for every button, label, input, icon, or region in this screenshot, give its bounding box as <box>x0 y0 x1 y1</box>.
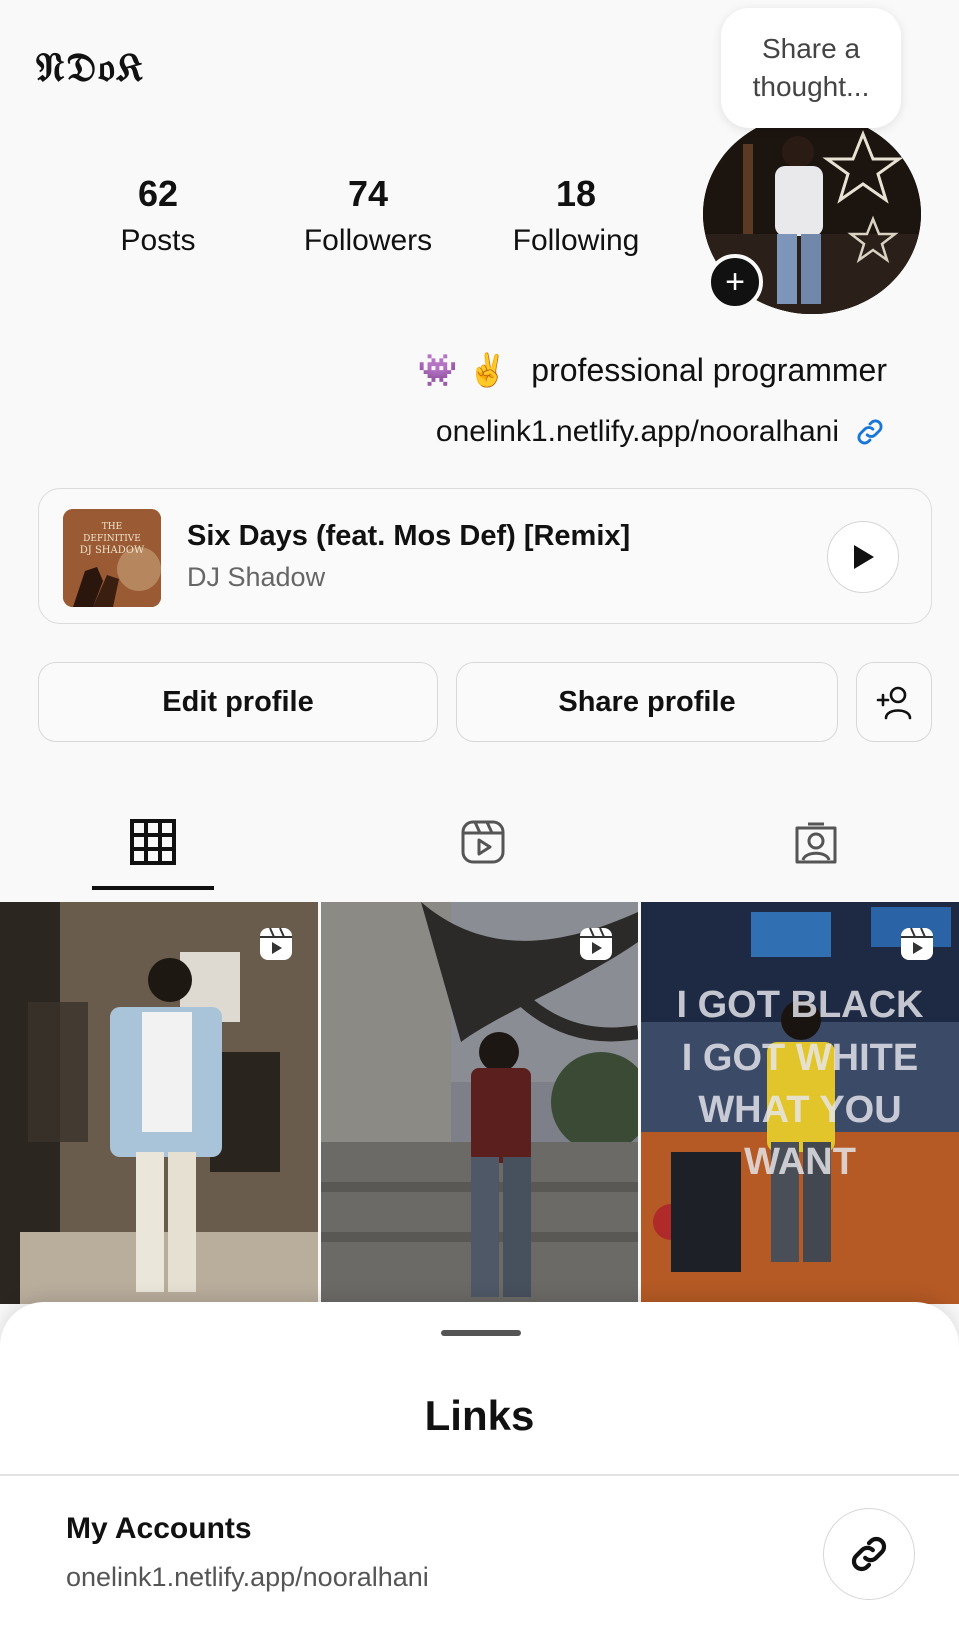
add-person-icon <box>876 686 912 720</box>
link-item-title[interactable]: My Accounts <box>66 1512 252 1546</box>
grid-post-3[interactable]: I GOT BLACK I GOT WHITE WHAT YOU WANT <box>641 902 959 1304</box>
share-profile-button[interactable]: Share profile <box>456 662 838 742</box>
album-text-2: DEFINITIVE <box>83 534 141 544</box>
overlay-line-1: I GOT BLACK <box>677 984 925 1026</box>
profile-music-card[interactable]: THE DEFINITIVE DJ SHADOW Six Days (feat.… <box>38 488 932 624</box>
play-icon <box>854 545 874 569</box>
active-tab-indicator <box>92 886 214 890</box>
stat-followers[interactable]: 74 Followers <box>268 170 468 264</box>
stat-posts[interactable]: 62 Posts <box>58 170 258 264</box>
grid-post-2[interactable] <box>321 902 638 1304</box>
post-3-image: I GOT BLACK I GOT WHITE WHAT YOU WANT <box>641 902 959 1304</box>
sheet-divider <box>0 1474 959 1476</box>
posts-label: Posts <box>120 224 196 257</box>
stat-following[interactable]: 18 Following <box>476 170 676 264</box>
play-button[interactable] <box>827 521 899 593</box>
post-2-image <box>321 902 638 1304</box>
followers-count: 74 <box>347 173 389 214</box>
grid-icon <box>130 819 176 865</box>
bio-emojis: 👾 ✌️ <box>417 351 508 389</box>
bio: 👾 ✌️ professional programmer <box>417 348 887 392</box>
tab-posts-grid[interactable] <box>53 790 253 894</box>
album-art: THE DEFINITIVE DJ SHADOW <box>63 509 161 607</box>
bio-link-text: onelink1.netlify.app/nooralhani <box>435 415 839 448</box>
followers-label: Followers <box>303 224 433 257</box>
track-title: Six Days (feat. Mos Def) [Remix] <box>187 520 631 552</box>
link-item-url[interactable]: onelink1.netlify.app/nooralhani <box>66 1562 429 1593</box>
overlay-line-2: I GOT WHITE <box>682 1037 918 1079</box>
following-count: 18 <box>555 173 597 214</box>
tagged-icon <box>795 822 837 864</box>
reel-badge-icon <box>580 927 612 960</box>
posts-grid: I GOT BLACK I GOT WHITE WHAT YOU WANT <box>0 902 959 1304</box>
reel-badge-icon <box>260 927 292 960</box>
open-link-button[interactable] <box>823 1508 915 1600</box>
overlay-line-4: WANT <box>744 1141 856 1183</box>
profile-stats: 62 Posts 74 Followers 18 Following <box>0 170 700 280</box>
links-bottom-sheet: Links My Accounts onelink1.netlify.app/n… <box>0 1302 959 1640</box>
bio-text: professional programmer <box>531 352 887 388</box>
profile-username-logo: 𝔑𝔇𝔬𝔎 <box>36 44 145 91</box>
album-text-1: THE <box>102 522 122 532</box>
tab-tagged[interactable] <box>716 790 916 894</box>
track-artist: DJ Shadow <box>187 562 326 592</box>
following-label: Following <box>512 224 640 257</box>
add-story-button[interactable]: + <box>707 254 763 310</box>
post-1-image <box>0 902 318 1304</box>
discover-people-button[interactable] <box>856 662 932 742</box>
album-text-3: DJ SHADOW <box>80 545 145 556</box>
profile-screen: 𝔑𝔇𝔬𝔎 Share a thought... + 62 Posts 74 Fo… <box>0 0 959 1640</box>
plus-icon: + <box>725 263 745 301</box>
overlay-line-3: WHAT YOU <box>698 1089 901 1131</box>
grid-post-1[interactable] <box>0 902 318 1304</box>
bio-link[interactable]: onelink1.netlify.app/nooralhani <box>436 410 887 454</box>
reels-icon <box>461 820 505 864</box>
profile-tabs <box>0 790 959 894</box>
sheet-title: Links <box>424 1392 535 1439</box>
share-thought-bubble[interactable]: Share a thought... <box>721 8 901 128</box>
edit-profile-button[interactable]: Edit profile <box>38 662 438 742</box>
reel-badge-icon <box>901 927 933 960</box>
sheet-drag-handle[interactable] <box>441 1330 521 1336</box>
link-icon <box>857 419 883 445</box>
link-icon <box>851 1536 887 1572</box>
posts-count: 62 <box>137 173 179 214</box>
tab-reels[interactable] <box>383 790 583 894</box>
album-cover: THE DEFINITIVE DJ SHADOW <box>63 509 161 607</box>
